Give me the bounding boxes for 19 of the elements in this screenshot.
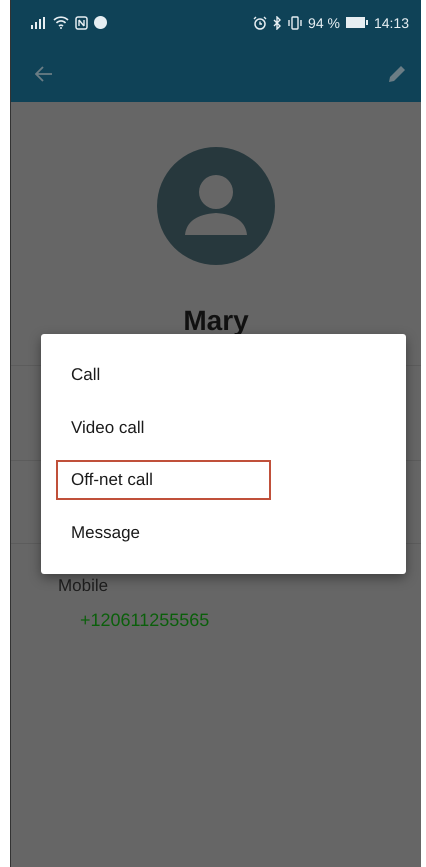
clock-time: 14:13 — [374, 14, 409, 30]
alarm-icon — [253, 16, 268, 30]
avatar-icon — [157, 147, 275, 265]
nfc-icon — [75, 16, 88, 30]
menu-item[interactable]: Message — [56, 513, 271, 554]
menu-item[interactable]: Video call — [56, 408, 271, 448]
pencil-icon[interactable] — [387, 64, 407, 84]
phone-label: Mobile — [58, 576, 110, 596]
battery-percent: 94 % — [308, 14, 340, 30]
bluetooth-icon — [273, 16, 282, 30]
wifi-icon — [53, 16, 69, 29]
back-arrow-icon[interactable] — [35, 66, 53, 82]
dot-icon — [94, 16, 107, 29]
signal-icon — [31, 16, 47, 28]
battery-icon — [346, 17, 368, 28]
menu-item[interactable]: Call — [56, 354, 271, 395]
vibrate-icon — [288, 16, 302, 30]
menu-item[interactable]: Off-net call — [56, 460, 271, 500]
contact-name: Mary — [183, 305, 249, 337]
